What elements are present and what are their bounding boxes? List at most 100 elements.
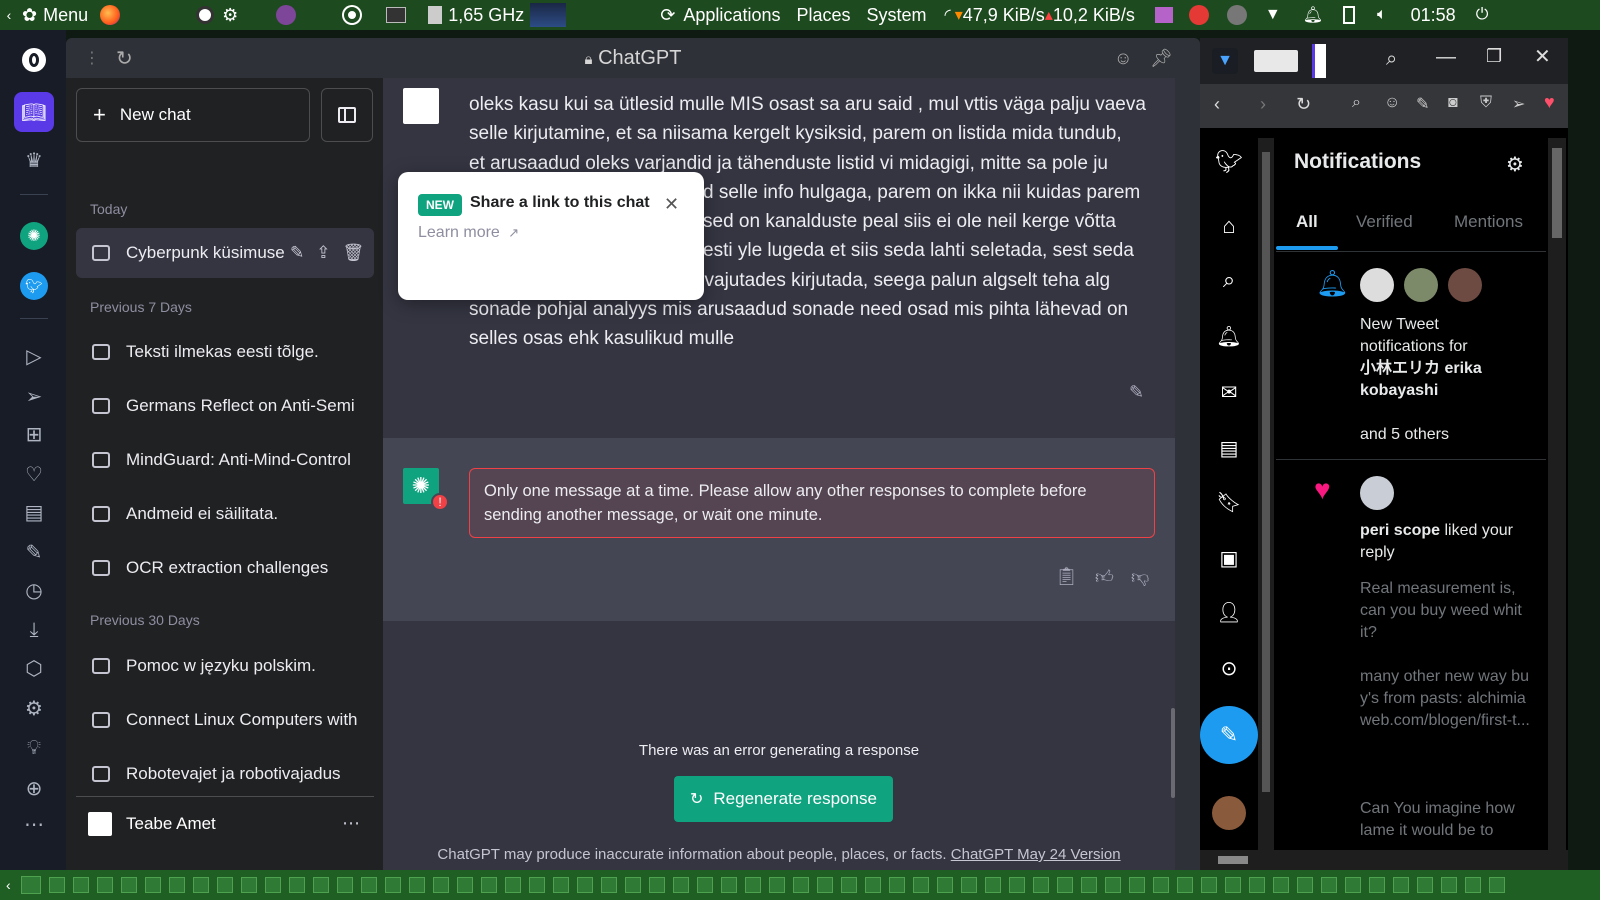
download-icon[interactable]: ⤓ xyxy=(20,616,48,644)
wallet-icon[interactable]: ▤ xyxy=(20,498,48,526)
taskbar-window[interactable] xyxy=(984,877,1001,893)
taskbar-window[interactable] xyxy=(576,877,593,893)
taskbar-window[interactable] xyxy=(312,877,329,893)
taskbar-window[interactable] xyxy=(264,877,281,893)
system-menu[interactable]: System xyxy=(867,0,927,30)
panel-minimize-icon[interactable]: — xyxy=(1436,46,1456,69)
taskbar-window[interactable] xyxy=(1080,877,1097,893)
taskbar-window[interactable] xyxy=(1392,877,1409,893)
chat-item[interactable]: Robotevajet ja robotivajadus xyxy=(76,749,374,799)
taskbar-window[interactable] xyxy=(408,877,425,893)
edit-icon[interactable]: ✎ xyxy=(20,538,48,566)
notifications-icon[interactable]: 🔔︎ xyxy=(1215,322,1243,350)
twitter-logo-icon[interactable]: 🐦︎ xyxy=(1215,148,1243,176)
explore-icon[interactable]: ⌕ xyxy=(1215,266,1243,294)
compose-tweet-button[interactable]: ✎ xyxy=(1200,706,1258,764)
taskbar-window[interactable] xyxy=(480,877,497,893)
delete-icon[interactable]: 🗑︎ xyxy=(343,243,365,263)
taskbar-window[interactable] xyxy=(696,877,713,893)
tab-all[interactable]: All xyxy=(1296,212,1318,232)
chat-item[interactable]: OCR extraction challenges xyxy=(76,543,374,593)
shield-icon[interactable]: ⛨ xyxy=(1480,94,1492,112)
panel-tabs-icon[interactable] xyxy=(1254,50,1298,72)
taskbar-window[interactable] xyxy=(1344,877,1361,893)
camera-icon[interactable]: ◙ xyxy=(1448,94,1458,112)
chat-item[interactable]: Teksti ilmekas eesti tõlge. xyxy=(76,327,374,377)
taskbar-window[interactable] xyxy=(720,877,737,893)
taskbar-window[interactable] xyxy=(240,877,257,893)
taskbar-window[interactable] xyxy=(144,877,161,893)
profile-icon[interactable]: 👤︎ xyxy=(1215,598,1243,626)
reload-icon[interactable]: ↻ xyxy=(1296,94,1311,115)
version-link[interactable]: ChatGPT May 24 Version xyxy=(951,846,1121,863)
settings-icon[interactable]: ⚙ xyxy=(1506,152,1524,177)
taskbar-window[interactable] xyxy=(1008,877,1025,893)
taskbar-window[interactable] xyxy=(1200,877,1217,893)
power-icon[interactable]: ⏻ xyxy=(1476,6,1489,24)
taskbar-window[interactable] xyxy=(1416,877,1433,893)
workspaces-icon[interactable]: ⊞ xyxy=(20,420,48,448)
taskbar-left-arrow-icon[interactable]: ‹ xyxy=(6,877,11,893)
share-icon[interactable]: ⇪ xyxy=(316,243,330,263)
player-icon[interactable]: ▷ xyxy=(20,342,48,370)
tips-icon[interactable]: 💡︎ xyxy=(20,734,48,762)
settings-icon[interactable]: ⚙ xyxy=(20,694,48,722)
taskbar-window[interactable] xyxy=(1224,877,1241,893)
panel-app-icon[interactable]: ▼ xyxy=(1212,48,1238,74)
favorite-heart-icon[interactable]: ♥ xyxy=(1544,92,1555,113)
taskbar-window[interactable] xyxy=(1272,877,1289,893)
emoji-icon[interactable]: ☺ xyxy=(1114,48,1132,69)
twitter-blue-icon[interactable]: ▣ xyxy=(1215,544,1243,572)
home-icon[interactable]: ⌂ xyxy=(1215,212,1243,240)
chat-item[interactable]: Germans Reflect on Anti-Semi xyxy=(76,381,374,431)
taskbar-window[interactable] xyxy=(168,877,185,893)
taskbar-window[interactable] xyxy=(840,877,857,893)
more-icon[interactable]: ⊙ xyxy=(1215,654,1243,682)
history-icon[interactable]: ◷ xyxy=(20,576,48,604)
taskbar-window[interactable] xyxy=(1128,877,1145,893)
taskbar-window[interactable] xyxy=(672,877,689,893)
heart-icon[interactable]: ♡ xyxy=(20,460,48,488)
send-icon[interactable]: ➢ xyxy=(1512,94,1525,114)
taskbar-window[interactable] xyxy=(912,877,929,893)
tray-battery-icon[interactable] xyxy=(1343,6,1356,24)
notification-item[interactable]: ♥ peri scope liked your reply Real measu… xyxy=(1276,462,1546,850)
taskbar-window[interactable] xyxy=(864,877,881,893)
forward-icon[interactable]: › xyxy=(1260,94,1266,115)
taskbar-window[interactable] xyxy=(1056,877,1073,893)
taskbar-window[interactable] xyxy=(960,877,977,893)
tray-wifi-icon[interactable]: ▼ xyxy=(1265,6,1281,24)
scrollbar-thumb[interactable] xyxy=(1262,152,1270,792)
thumbs-down-icon[interactable]: 👎︎ xyxy=(1131,566,1149,588)
taskbar-window[interactable] xyxy=(20,876,41,894)
horizontal-scrollbar[interactable] xyxy=(1200,850,1568,870)
notification-item[interactable]: 🔔︎ New Tweet notifications for 小林エリカ eri… xyxy=(1276,254,1546,460)
taskbar-window[interactable] xyxy=(1320,877,1337,893)
taskbar-window[interactable] xyxy=(96,877,113,893)
taskbar-window[interactable] xyxy=(528,877,545,893)
lists-icon[interactable]: ▤ xyxy=(1215,434,1243,462)
pin-tab-icon[interactable]: 📌︎ xyxy=(1150,48,1173,69)
new-chat-button[interactable]: + New chat xyxy=(76,88,310,142)
twitter-rail-icon[interactable]: 🐦︎ xyxy=(20,272,48,300)
copy-icon[interactable]: 📋︎ xyxy=(1055,566,1078,587)
taskbar-window[interactable] xyxy=(1032,877,1049,893)
regenerate-response-button[interactable]: ↻ Regenerate response xyxy=(674,776,893,822)
taskbar-window[interactable] xyxy=(336,877,353,893)
firefox-icon[interactable] xyxy=(100,5,121,25)
rename-icon[interactable]: ✎ xyxy=(290,243,304,263)
back-icon[interactable]: ‹ xyxy=(1214,94,1220,115)
menu-button[interactable]: ✿ Menu xyxy=(18,0,88,30)
opera-icon[interactable] xyxy=(344,7,361,23)
taskbar-window[interactable] xyxy=(216,877,233,893)
edit-message-icon[interactable]: ✎ xyxy=(1129,382,1144,403)
taskbar-window[interactable] xyxy=(288,877,305,893)
panel-scrollbar-right[interactable] xyxy=(1548,138,1566,850)
panel-scrollbar-left[interactable] xyxy=(1258,138,1274,850)
taskbar-window[interactable] xyxy=(936,877,953,893)
emoji-icon[interactable]: ☺ xyxy=(1384,94,1400,112)
taskbar-window[interactable] xyxy=(504,877,521,893)
tray-volume-icon[interactable]: 🔈︎ xyxy=(1377,6,1387,24)
taskbar-window[interactable] xyxy=(384,877,401,893)
taskbar-window[interactable] xyxy=(1368,877,1385,893)
